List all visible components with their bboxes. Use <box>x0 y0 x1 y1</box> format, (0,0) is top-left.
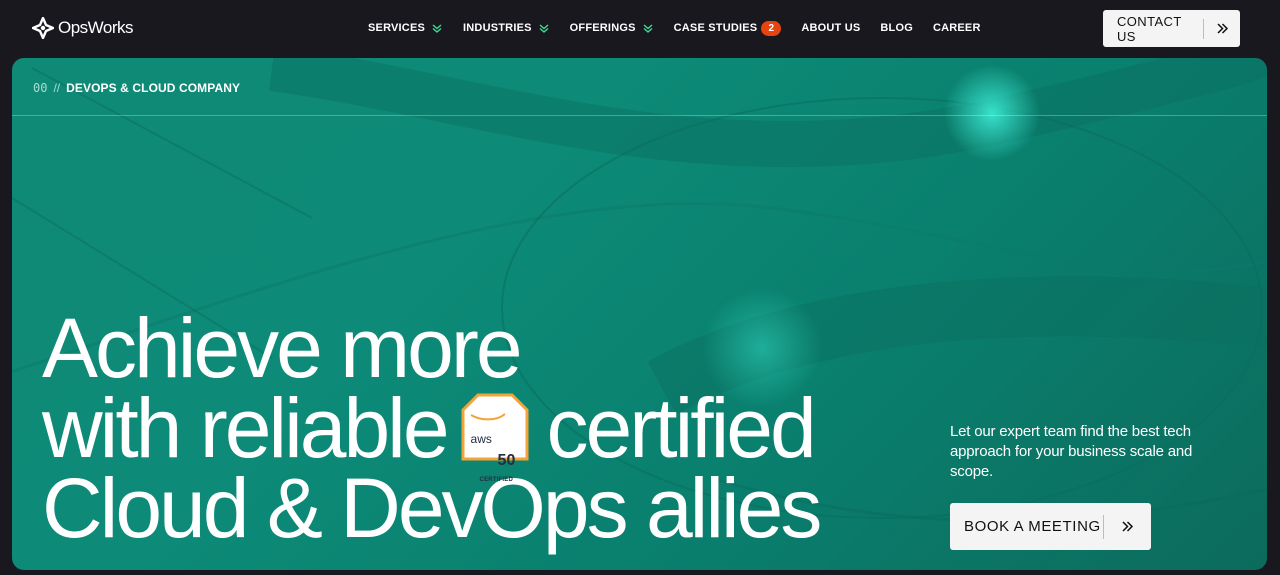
contact-us-button[interactable]: CONTACT US <box>1103 10 1240 47</box>
headline-line-3: Cloud & DevOps allies <box>42 461 822 555</box>
nav-offerings-label: OFFERINGS <box>569 22 636 34</box>
headline-line-1: Achieve more <box>42 301 523 395</box>
nav-career[interactable]: CAREER <box>933 22 981 34</box>
hero-lead-text: Let our expert team find the best tech a… <box>950 423 1193 480</box>
nav-offerings[interactable]: OFFERINGS <box>570 22 654 34</box>
section-kicker: 00 // DEVOPS & CLOUD COMPANY <box>33 81 240 95</box>
book-a-meeting-label: BOOK A MEETING <box>964 518 1101 535</box>
site-header: OpsWorks SERVICES INDUSTRIES OFFERINGS C… <box>0 0 1280 58</box>
headline-line-2: with reliable aws 50 CERTIFIED certified <box>42 386 819 483</box>
nav-services-label: SERVICES <box>368 22 426 34</box>
double-chevron-right-icon <box>1104 520 1150 533</box>
nav-blog-label: BLOG <box>880 22 913 34</box>
hero-section: 00 // DEVOPS & CLOUD COMPANY Achieve mor… <box>12 58 1267 570</box>
nav-services[interactable]: SERVICES <box>368 22 443 34</box>
nav-case-studies-label: CASE STUDIES <box>673 22 758 34</box>
main-nav: SERVICES INDUSTRIES OFFERINGS CASE STUDI… <box>368 20 981 36</box>
chevron-down-icon <box>643 24 653 33</box>
contact-us-label: CONTACT US <box>1117 13 1182 44</box>
nav-career-label: CAREER <box>932 22 981 34</box>
kicker-text: DEVOPS & CLOUD COMPANY <box>66 81 241 95</box>
nav-about-us-label: ABOUT US <box>801 22 861 34</box>
nav-industries[interactable]: INDUSTRIES <box>463 22 550 34</box>
hero-divider <box>12 115 1267 116</box>
double-chevron-right-icon <box>1204 22 1240 35</box>
book-a-meeting-button[interactable]: BOOK A MEETING <box>950 503 1151 550</box>
nav-about-us[interactable]: ABOUT US <box>801 22 860 34</box>
nav-case-studies[interactable]: CASE STUDIES 2 <box>673 20 782 36</box>
kicker-separator: // <box>53 81 61 95</box>
nav-industries-label: INDUSTRIES <box>463 22 532 34</box>
aws-certified-label: CERTIFIED <box>479 476 514 483</box>
opsworks-mark-icon <box>32 17 54 39</box>
chevron-down-icon <box>539 24 549 33</box>
chevron-down-icon <box>432 24 442 33</box>
logo[interactable]: OpsWorks <box>32 17 134 39</box>
case-studies-count-badge: 2 <box>761 20 782 36</box>
logo-text: OpsWorks <box>58 18 134 37</box>
hero-headline: Achieve more with reliable aws 50 CERTIFIED… <box>42 301 822 555</box>
kicker-number: 00 <box>33 81 48 95</box>
aws-certified-badge: aws 50 CERTIFIED <box>461 393 529 483</box>
nav-blog[interactable]: BLOG <box>880 22 913 34</box>
